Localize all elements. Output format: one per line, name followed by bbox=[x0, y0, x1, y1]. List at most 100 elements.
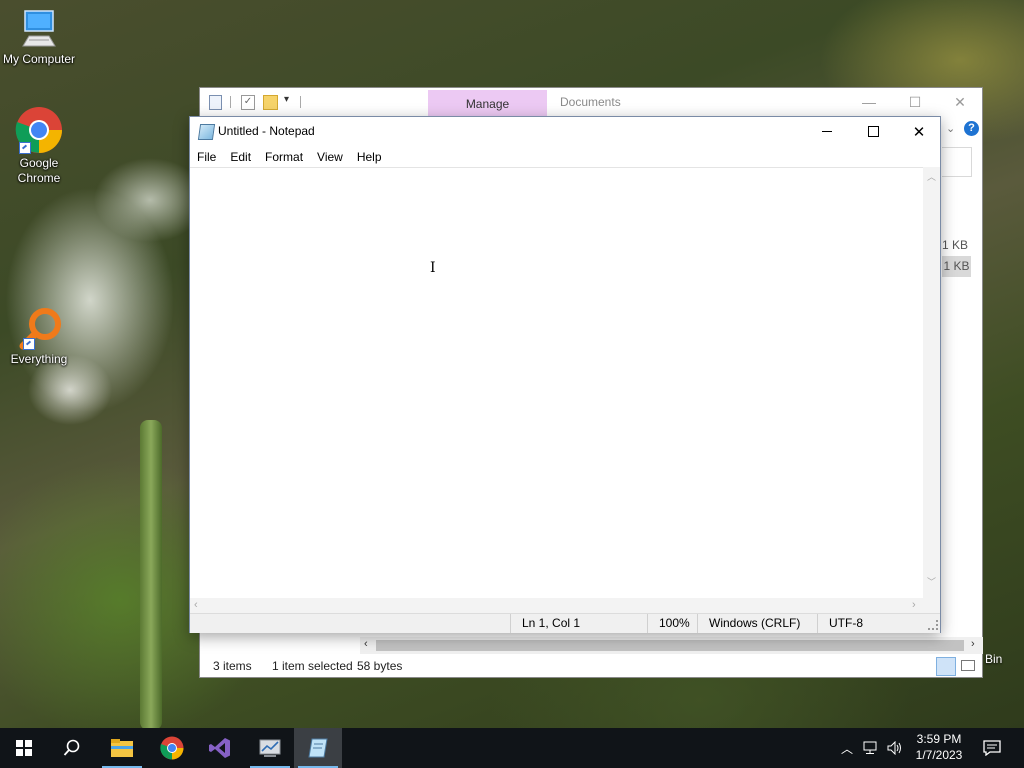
minimize-button[interactable]: — bbox=[846, 88, 892, 116]
help-icon[interactable]: ? bbox=[964, 121, 979, 136]
notepad-horizontal-scrollbar[interactable]: ‹ › bbox=[190, 598, 923, 613]
close-button[interactable]: ✕ bbox=[937, 88, 983, 116]
status-selected: 1 item selected bbox=[272, 659, 353, 673]
close-icon: ✕ bbox=[912, 123, 926, 141]
menu-item-edit[interactable]: Edit bbox=[223, 147, 258, 167]
everything-search-icon bbox=[15, 306, 63, 350]
large-icons-view-icon[interactable] bbox=[961, 660, 975, 671]
scroll-left-icon[interactable]: ‹ bbox=[194, 599, 198, 611]
chrome-icon bbox=[160, 736, 184, 760]
desktop-icon-label-line2: Chrome bbox=[17, 171, 61, 185]
explorer-status-bar: 3 items 1 item selected 58 bytes bbox=[200, 654, 982, 678]
separator bbox=[300, 96, 301, 108]
menu-item-file[interactable]: File bbox=[190, 147, 223, 167]
maximize-icon bbox=[867, 126, 879, 137]
taskbar-clock[interactable]: 3:59 PM 1/7/2023 bbox=[904, 731, 974, 763]
minimize-icon bbox=[822, 131, 832, 132]
notepad-window-title: Untitled - Notepad bbox=[218, 124, 315, 138]
taskbar-system-app[interactable] bbox=[246, 728, 294, 768]
start-button[interactable] bbox=[0, 728, 48, 768]
taskbar: ︿ 3:59 PM 1/7/2023 bbox=[0, 728, 1024, 768]
separator bbox=[230, 96, 231, 108]
taskbar-visual-studio[interactable] bbox=[196, 728, 244, 768]
status-zoom: 100% bbox=[647, 614, 690, 633]
notepad-icon bbox=[308, 738, 328, 758]
maximize-icon: ☐ bbox=[908, 94, 922, 110]
file-size-cell-selected[interactable]: 1 KB bbox=[942, 256, 971, 277]
desktop-icon-recycle-bin-label[interactable]: Bin bbox=[985, 652, 1002, 666]
show-hidden-icons-button[interactable]: ︿ bbox=[836, 728, 858, 768]
search-icon bbox=[63, 739, 80, 756]
desktop-icon-google-chrome[interactable]: Google Chrome bbox=[0, 106, 78, 186]
shortcut-arrow-icon bbox=[23, 338, 35, 350]
chevron-down-icon[interactable]: ▾ bbox=[284, 94, 289, 105]
volume-button[interactable] bbox=[884, 728, 906, 768]
status-cursor-position: Ln 1, Col 1 bbox=[510, 614, 580, 633]
chevron-up-icon: ︿ bbox=[840, 741, 853, 756]
desktop-icon-label: Everything bbox=[10, 352, 68, 366]
notification-icon bbox=[983, 740, 1001, 756]
menu-item-format[interactable]: Format bbox=[258, 147, 310, 167]
scroll-down-icon[interactable]: ﹀ bbox=[927, 575, 936, 588]
scrollbar-corner bbox=[923, 598, 940, 613]
details-view-icon[interactable] bbox=[936, 657, 956, 676]
resize-grip-icon[interactable] bbox=[928, 620, 938, 630]
minimize-button[interactable] bbox=[804, 117, 850, 146]
action-center-button[interactable] bbox=[976, 728, 1008, 768]
wallpaper-plant-stem bbox=[140, 420, 162, 730]
status-item-count: 3 items bbox=[213, 659, 252, 673]
network-button[interactable] bbox=[860, 728, 882, 768]
clock-date: 1/7/2023 bbox=[915, 748, 963, 762]
folder-icon[interactable] bbox=[263, 95, 278, 110]
computer-icon bbox=[19, 8, 59, 50]
start-icon bbox=[16, 740, 32, 756]
notepad-vertical-scrollbar[interactable]: ︿ ﹀ bbox=[923, 167, 940, 598]
maximize-button[interactable]: ☐ bbox=[892, 88, 938, 116]
tab-manage[interactable]: Manage bbox=[428, 90, 547, 116]
properties-icon[interactable] bbox=[209, 95, 222, 110]
taskbar-chrome[interactable] bbox=[148, 728, 196, 768]
scroll-up-icon[interactable]: ︿ bbox=[927, 170, 936, 183]
notepad-text-area[interactable] bbox=[190, 167, 923, 599]
notepad-title-bar[interactable]: Untitled - Notepad ✕ bbox=[190, 117, 940, 146]
scroll-right-icon[interactable]: › bbox=[971, 638, 975, 650]
notepad-window[interactable]: Untitled - Notepad ✕ File Edit Format Vi… bbox=[189, 116, 941, 633]
status-line-ending: Windows (CRLF) bbox=[697, 614, 800, 633]
chrome-icon bbox=[15, 106, 63, 154]
network-icon bbox=[863, 741, 877, 754]
scrollbar-thumb[interactable] bbox=[376, 640, 964, 651]
volume-icon bbox=[887, 741, 901, 755]
search-box[interactable] bbox=[942, 147, 972, 177]
file-size-cell: 1 KB bbox=[942, 238, 969, 252]
taskbar-notepad[interactable] bbox=[294, 728, 342, 768]
shortcut-arrow-icon bbox=[19, 142, 31, 154]
scroll-right-icon[interactable]: › bbox=[912, 599, 916, 611]
status-size: 58 bytes bbox=[357, 659, 403, 673]
notepad-menu-bar: File Edit Format View Help bbox=[190, 147, 940, 167]
close-icon: ✕ bbox=[954, 94, 966, 110]
explorer-horizontal-scrollbar[interactable]: ‹ › bbox=[360, 637, 983, 654]
system-app-icon bbox=[259, 739, 281, 757]
taskbar-file-explorer[interactable] bbox=[98, 728, 146, 768]
minimize-icon: — bbox=[862, 94, 876, 110]
explorer-title-bar[interactable]: ✓ ▾ Manage Documents — ☐ ✕ bbox=[200, 88, 982, 118]
clock-time: 3:59 PM bbox=[916, 732, 962, 746]
desktop-icon-label: My Computer bbox=[2, 52, 76, 66]
close-button[interactable]: ✕ bbox=[896, 117, 942, 146]
explorer-window-title: Documents bbox=[560, 95, 621, 109]
chevron-down-icon[interactable]: ⌄ bbox=[946, 122, 955, 135]
maximize-button[interactable] bbox=[850, 117, 896, 146]
desktop-icon-my-computer[interactable]: My Computer bbox=[0, 8, 78, 67]
status-encoding: UTF-8 bbox=[817, 614, 863, 633]
visual-studio-icon bbox=[209, 738, 230, 758]
notepad-app-icon bbox=[197, 124, 216, 140]
scroll-left-icon[interactable]: ‹ bbox=[364, 638, 368, 650]
desktop-icon-everything[interactable]: Everything bbox=[0, 306, 78, 367]
menu-item-view[interactable]: View bbox=[310, 147, 350, 167]
checkmark-icon[interactable]: ✓ bbox=[241, 95, 255, 110]
file-explorer-icon bbox=[111, 739, 133, 757]
menu-item-help[interactable]: Help bbox=[350, 147, 389, 167]
notepad-status-bar: Ln 1, Col 1 100% Windows (CRLF) UTF-8 bbox=[190, 613, 940, 633]
search-button[interactable] bbox=[48, 728, 96, 768]
text-cursor-icon: I bbox=[430, 260, 436, 276]
